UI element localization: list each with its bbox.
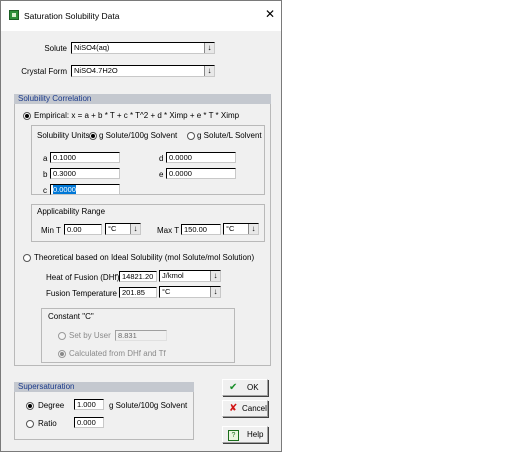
calculated-radio[interactable]: [58, 350, 66, 358]
degree-radio[interactable]: [26, 402, 34, 410]
close-icon[interactable]: ✕: [265, 8, 275, 20]
min-t-unit-combo[interactable]: °C ↓: [105, 223, 141, 235]
app-icon: [9, 10, 19, 20]
cross-icon: ✘: [229, 403, 238, 414]
coef-a-label: a: [43, 154, 48, 163]
min-t-unit-arrow-icon[interactable]: ↓: [130, 224, 140, 234]
min-t-label: Min T: [41, 226, 61, 235]
cancel-button[interactable]: ✘ Cancel: [222, 400, 268, 417]
coef-c-value: 0.0000: [53, 185, 76, 194]
max-t-input[interactable]: 150.00: [181, 224, 221, 235]
coef-e-label: e: [159, 170, 164, 179]
unit-per-100g-label: g Solute/100g Solvent: [99, 131, 178, 140]
ratio-label: Ratio: [38, 419, 57, 428]
ok-button[interactable]: ✔ OK: [222, 379, 268, 396]
ratio-input[interactable]: 0.000: [74, 417, 104, 428]
max-t-unit-arrow-icon[interactable]: ↓: [248, 224, 258, 234]
crystal-form-label: Crystal Form: [21, 67, 67, 76]
coef-b-label: b: [43, 170, 48, 179]
window-title: Saturation Solubility Data: [24, 11, 120, 21]
unit-per-100g-radio[interactable]: [89, 132, 97, 140]
supersaturation-header: Supersaturation: [14, 382, 194, 392]
crystal-form-value: NiSO4.7H2O: [74, 66, 118, 75]
unit-per-liter-radio[interactable]: [187, 132, 195, 140]
constant-c-input[interactable]: 8.831: [115, 330, 167, 341]
fusion-temperature-input[interactable]: 201.85: [119, 287, 157, 298]
degree-unit-label: g Solute/100g Solvent: [109, 401, 188, 410]
help-icon: ?: [228, 430, 239, 441]
solute-value: NiSO4(aq): [74, 43, 110, 52]
ok-button-label: OK: [247, 383, 259, 392]
max-t-label: Max T: [157, 226, 180, 235]
heat-unit-combo[interactable]: J/kmol ↓: [159, 270, 221, 282]
empirical-radio[interactable]: [23, 112, 31, 120]
coef-a-input[interactable]: 0.1000: [50, 152, 120, 163]
degree-input[interactable]: 1.000: [74, 399, 104, 410]
solute-label: Solute: [44, 44, 67, 53]
heat-unit-value: J/kmol: [162, 271, 184, 280]
min-t-unit-value: °C: [108, 224, 117, 233]
solubility-correlation-header: Solubility Correlation: [14, 94, 271, 104]
title-bar: Saturation Solubility Data ✕: [1, 1, 281, 31]
degree-label: Degree: [38, 401, 65, 410]
checkmark-icon: ✔: [229, 382, 238, 393]
constant-c-title: Constant "C": [47, 312, 95, 322]
help-button[interactable]: ? Help: [222, 426, 268, 443]
crystal-form-combo[interactable]: NiSO4.7H2O ↓: [71, 65, 215, 77]
fusion-unit-value: °C: [162, 287, 171, 296]
coef-d-input[interactable]: 0.0000: [166, 152, 236, 163]
coef-e-input[interactable]: 0.0000: [166, 168, 236, 179]
applicability-range-title: Applicability Range: [36, 207, 107, 217]
coef-c-input[interactable]: 0.0000: [50, 184, 120, 195]
theoretical-radio[interactable]: [23, 254, 31, 262]
crystal-form-dropdown-arrow-icon[interactable]: ↓: [204, 66, 214, 76]
fusion-unit-combo[interactable]: °C ↓: [159, 286, 221, 298]
set-by-user-label: Set by User: [69, 331, 111, 340]
theoretical-label: Theoretical based on Ideal Solubility (m…: [34, 253, 255, 262]
heat-of-fusion-label: Heat of Fusion (DHf): [46, 273, 120, 282]
unit-per-liter-label: g Solute/L Solvent: [197, 131, 262, 140]
min-t-input[interactable]: 0.00: [64, 224, 102, 235]
calculated-label: Calculated from DHf and Tf: [69, 349, 166, 358]
fusion-temperature-label: Fusion Temperature: [46, 289, 117, 298]
heat-unit-arrow-icon[interactable]: ↓: [210, 271, 220, 281]
empirical-label: Empirical: x = a + b * T + c * T^2 + d *…: [34, 111, 240, 120]
solute-dropdown-arrow-icon[interactable]: ↓: [204, 43, 214, 53]
max-t-unit-combo[interactable]: °C ↓: [223, 223, 259, 235]
heat-of-fusion-input[interactable]: 14821.20: [119, 271, 157, 282]
set-by-user-radio[interactable]: [58, 332, 66, 340]
solubility-units-label: Solubility Units: [37, 131, 90, 140]
coef-d-label: d: [159, 154, 164, 163]
ratio-radio[interactable]: [26, 420, 34, 428]
cancel-button-label: Cancel: [242, 404, 267, 413]
help-button-label: Help: [247, 430, 264, 439]
coef-c-label: c: [43, 186, 47, 195]
solute-combo[interactable]: NiSO4(aq) ↓: [71, 42, 215, 54]
fusion-unit-arrow-icon[interactable]: ↓: [210, 287, 220, 297]
coef-b-input[interactable]: 0.3000: [50, 168, 120, 179]
saturation-solubility-dialog: Saturation Solubility Data ✕ Solute NiSO…: [0, 0, 282, 452]
max-t-unit-value: °C: [226, 224, 235, 233]
